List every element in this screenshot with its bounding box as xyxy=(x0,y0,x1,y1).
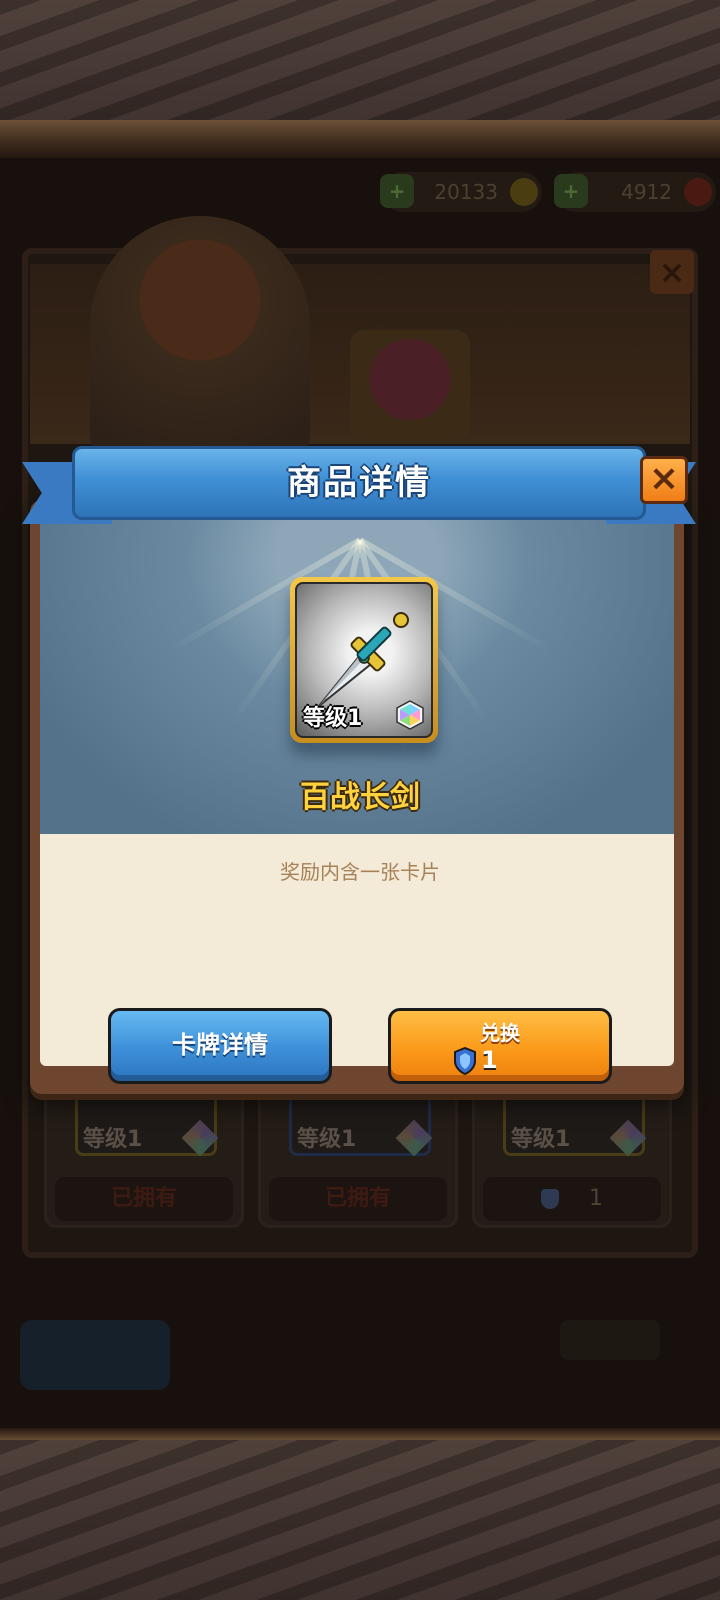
treasure-chest-image xyxy=(350,330,470,440)
exchange-label: 兑换 xyxy=(480,1021,520,1045)
shield-token-icon xyxy=(454,1047,476,1075)
item-name: 百战长剑 xyxy=(300,780,420,815)
exchange-cost-value: 1 xyxy=(481,1046,498,1074)
card-level: 等级1 xyxy=(511,1127,571,1152)
close-icon: × xyxy=(648,458,680,499)
merchant-character xyxy=(90,216,310,456)
bottom-wood-frame xyxy=(0,1440,720,1600)
item-level: 等级1 xyxy=(303,706,363,731)
add-ruby-button: + xyxy=(554,174,588,208)
card-level: 等级1 xyxy=(83,1127,143,1152)
ruby-currency-pill: + 4912 xyxy=(554,172,716,212)
gold-coin-icon xyxy=(510,178,538,206)
refresh-button xyxy=(560,1320,660,1360)
add-gold-button: + xyxy=(380,174,414,208)
item-card: 等级1 xyxy=(290,577,438,743)
owned-status: 已拥有 xyxy=(269,1177,447,1221)
title-ribbon: 商品详情 xyxy=(22,440,696,536)
shield-token-icon xyxy=(541,1189,559,1209)
exchange-cost: 1 xyxy=(453,1045,498,1075)
shop-card: 等级1 已拥有 xyxy=(44,1078,244,1228)
owned-status: 已拥有 xyxy=(55,1177,233,1221)
shop-card: 等级1 1 xyxy=(472,1078,672,1228)
card-details-label: 卡牌详情 xyxy=(172,1031,268,1059)
card-details-button[interactable]: 卡牌详情 xyxy=(108,1008,332,1084)
card-level: 等级1 xyxy=(297,1127,357,1152)
back-button xyxy=(20,1320,170,1390)
shop-card: 等级1 已拥有 xyxy=(258,1078,458,1228)
card-price-value: 1 xyxy=(589,1186,603,1211)
exchange-button[interactable]: 兑换 1 xyxy=(388,1008,612,1084)
dialog-title: 商品详情 xyxy=(287,463,431,503)
item-card-art: 等级1 xyxy=(295,582,433,738)
top-frame-rim xyxy=(0,120,720,158)
ruby-amount: 4912 xyxy=(621,180,672,204)
gold-currency-pill: + 20133 xyxy=(380,172,542,212)
reward-description: 奖励内含一张卡片 xyxy=(280,860,440,884)
gold-amount: 20133 xyxy=(434,180,498,204)
card-price: 1 xyxy=(483,1177,661,1221)
sword-icon xyxy=(318,612,409,707)
ruby-icon xyxy=(684,178,712,206)
ribbon-body: 商品详情 xyxy=(72,446,646,520)
close-button[interactable]: × xyxy=(640,456,688,504)
top-wood-frame xyxy=(0,0,720,128)
shop-close-icon: × xyxy=(650,250,694,294)
rarity-gem-icon xyxy=(396,700,424,730)
